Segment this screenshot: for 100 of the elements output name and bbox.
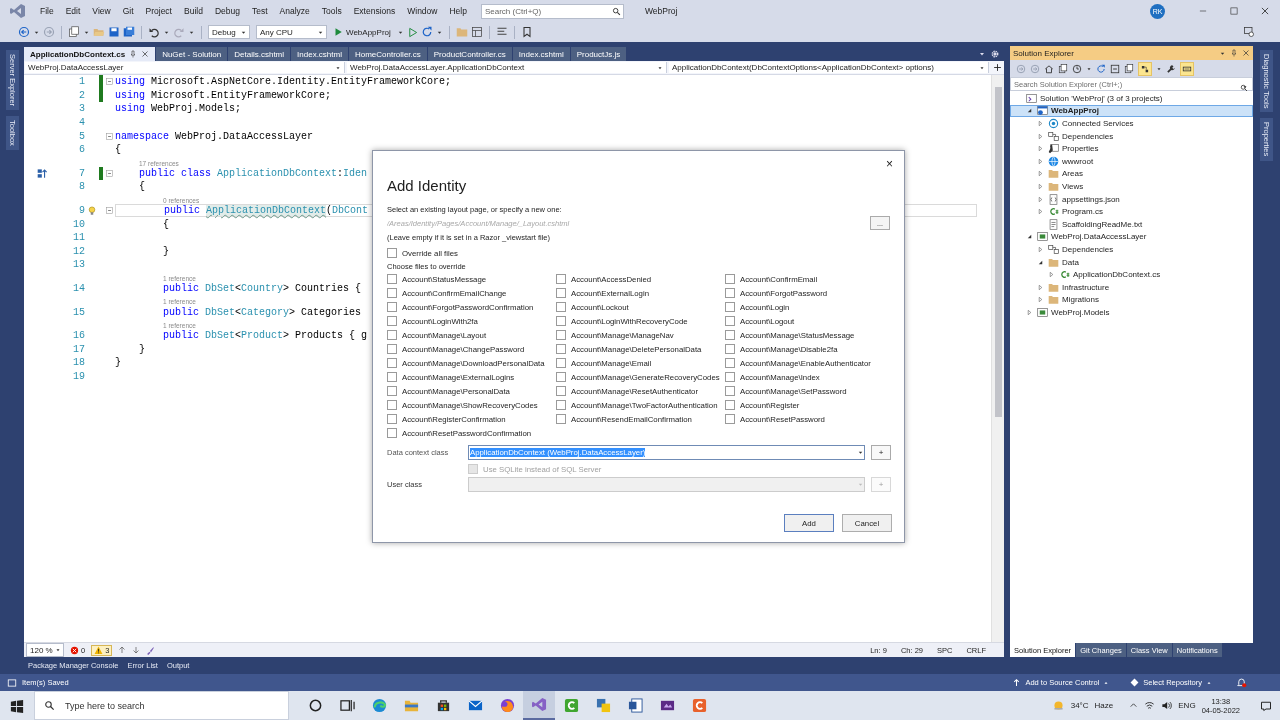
pin-icon[interactable]: [129, 50, 138, 58]
comment-icon[interactable]: [495, 26, 508, 38]
sync-icon[interactable]: [1140, 63, 1150, 74]
tree-item[interactable]: Properties: [1010, 142, 1253, 155]
editor-tab[interactable]: Index.cshtml: [512, 47, 570, 61]
checkbox[interactable]: [556, 288, 566, 298]
menu-item[interactable]: Git: [116, 4, 140, 18]
checkbox[interactable]: [725, 274, 735, 284]
lightbulb-icon[interactable]: [87, 205, 97, 216]
menu-item[interactable]: Build: [178, 4, 209, 18]
checkbox[interactable]: [556, 302, 566, 312]
home-icon[interactable]: [1044, 63, 1054, 74]
tree-item[interactable]: WebProj.Models: [1010, 306, 1253, 319]
caret-icon[interactable]: [1086, 65, 1092, 72]
tree-item[interactable]: Dependencies: [1010, 243, 1253, 256]
tree-item[interactable]: Infrastructure: [1010, 280, 1253, 294]
forward-icon[interactable]: [43, 26, 55, 38]
collapsed-arrow-icon[interactable]: [1037, 157, 1044, 165]
menu-item[interactable]: Project: [139, 4, 178, 18]
checkbox[interactable]: [387, 248, 397, 258]
collapsed-arrow-icon[interactable]: [1037, 208, 1044, 216]
checkbox[interactable]: [387, 316, 397, 326]
save-icon[interactable]: [108, 26, 120, 38]
menu-item[interactable]: Tools: [315, 4, 348, 18]
refresh-icon[interactable]: [1096, 63, 1106, 74]
checkbox[interactable]: [387, 274, 397, 284]
bookmark-icon[interactable]: [520, 26, 533, 38]
volume-icon[interactable]: [1161, 700, 1173, 711]
menu-item[interactable]: Extensions: [347, 4, 402, 18]
navigation-dropdown[interactable]: WebProj.DataAccessLayer: [25, 62, 345, 73]
checkbox[interactable]: [725, 372, 735, 382]
notification-bell-icon[interactable]: [1236, 677, 1247, 688]
checkbox[interactable]: [387, 400, 397, 410]
temperature[interactable]: 34°C: [1070, 701, 1089, 710]
search-field[interactable]: Type here to search: [34, 691, 289, 720]
undo-icon[interactable]: [148, 26, 160, 38]
editor-tab[interactable]: NuGet - Solution: [156, 47, 228, 61]
checkbox[interactable]: [725, 330, 735, 340]
checkbox[interactable]: [556, 274, 566, 284]
history-icon[interactable]: [1072, 63, 1082, 74]
menu-item[interactable]: Edit: [59, 4, 87, 18]
navigation-dropdown[interactable]: WebProj.DataAccessLayer.ApplicationDbContext: [347, 62, 667, 73]
language-indicator[interactable]: ENG: [1178, 701, 1196, 710]
weather-icon[interactable]: [1051, 699, 1065, 712]
weather-condition[interactable]: Haze: [1094, 701, 1114, 710]
tree-item[interactable]: WebProj.DataAccessLayer: [1010, 230, 1253, 244]
refresh-icon[interactable]: [420, 26, 433, 38]
checkbox[interactable]: [725, 400, 735, 410]
checkbox[interactable]: [387, 330, 397, 340]
tree-item[interactable]: Program.cs: [1010, 205, 1253, 218]
caret-icon[interactable]: [1156, 65, 1162, 72]
expanded-arrow-icon[interactable]: [1026, 233, 1033, 241]
editor-tab[interactable]: Index.cshtml: [291, 47, 348, 61]
redo-icon[interactable]: [173, 26, 185, 38]
collapsed-arrow-icon[interactable]: [1037, 195, 1044, 203]
checkbox[interactable]: [556, 344, 566, 354]
checkbox[interactable]: [556, 414, 566, 424]
checkbox[interactable]: [556, 400, 566, 410]
search-field[interactable]: Search (Ctrl+Q): [480, 3, 624, 19]
editor-tab[interactable]: ApplicationDbContext.cs: [24, 47, 156, 61]
collapsed-arrow-icon[interactable]: [1037, 145, 1044, 153]
tree-item[interactable]: Views: [1010, 180, 1253, 193]
checkbox[interactable]: [725, 344, 735, 354]
editor-tab[interactable]: ProductController.cs: [427, 47, 512, 61]
new-item-icon[interactable]: [68, 26, 80, 38]
collapse-icon[interactable]: [105, 77, 114, 87]
play-outline-icon[interactable]: [406, 26, 418, 38]
expanded-arrow-icon[interactable]: [1026, 107, 1033, 115]
tree-item[interactable]: WebAppProj: [1010, 104, 1253, 118]
tree-item[interactable]: Data: [1010, 255, 1253, 269]
platform-dropdown[interactable]: Any CPU: [256, 25, 327, 39]
tree-item[interactable]: Dependencies: [1010, 129, 1253, 143]
show-all-files-icon[interactable]: [1124, 63, 1134, 74]
collapse-icon[interactable]: [105, 168, 114, 178]
checkbox[interactable]: [387, 288, 397, 298]
collapsed-arrow-icon[interactable]: [1048, 271, 1055, 279]
tree-item[interactable]: Areas: [1010, 167, 1253, 181]
layout-icon[interactable]: [470, 26, 483, 38]
collapsed-arrow-icon[interactable]: [1037, 132, 1044, 140]
collapsed-arrow-icon[interactable]: [1026, 308, 1033, 316]
settings-icon[interactable]: [990, 49, 1000, 59]
menu-item[interactable]: Analyze: [273, 4, 316, 18]
checkbox[interactable]: [725, 302, 735, 312]
down-arrow-icon[interactable]: [132, 646, 141, 654]
menu-item[interactable]: Test: [245, 4, 274, 18]
checkbox[interactable]: [725, 414, 735, 424]
checkbox[interactable]: [556, 358, 566, 368]
pin-icon[interactable]: [1230, 49, 1238, 57]
checkbox[interactable]: [387, 414, 397, 424]
collapsed-arrow-icon[interactable]: [1037, 170, 1044, 178]
tree-item[interactable]: Migrations: [1010, 293, 1253, 307]
wrench-icon[interactable]: [1166, 63, 1176, 74]
navigation-dropdown[interactable]: ApplicationDbContext(DbContextOptions<ApplicationDbContext> options): [669, 62, 989, 73]
start-button[interactable]: WebAppProj: [330, 26, 394, 38]
collapsed-arrow-icon[interactable]: [1037, 296, 1044, 304]
notification-icon[interactable]: [1260, 699, 1272, 712]
tree-item[interactable]: appsettings.json: [1010, 192, 1253, 206]
add-button[interactable]: +: [871, 445, 891, 460]
collapsed-arrow-icon[interactable]: [1037, 283, 1044, 291]
close-icon[interactable]: [141, 50, 150, 58]
